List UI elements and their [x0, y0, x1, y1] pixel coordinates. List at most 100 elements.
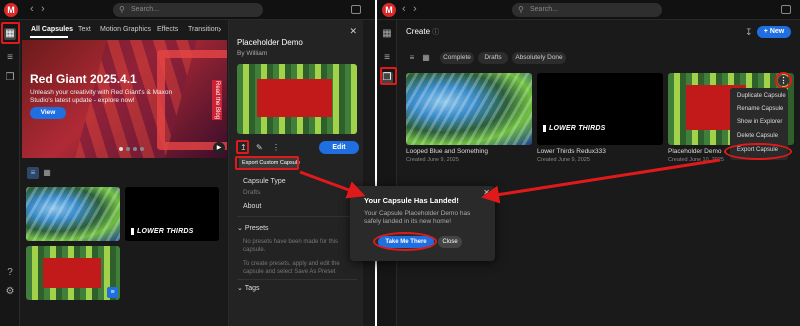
annotation-circle-more: [775, 72, 792, 89]
close-icon[interactable]: ✕: [483, 188, 490, 197]
right-rail: ▦ ≡ ❒: [377, 20, 397, 326]
play-icon[interactable]: ▶: [213, 142, 225, 154]
forward-arrow-icon[interactable]: ›: [413, 3, 417, 15]
sliders-badge-icon[interactable]: ≡: [107, 287, 118, 298]
search-icon: ⚲: [518, 5, 524, 14]
capsule-card-date: Created June 9, 2025: [406, 157, 459, 163]
presets-label: Presets: [244, 225, 269, 232]
menu-item-show-in-explorer[interactable]: Show in Explorer: [737, 119, 782, 125]
presets-note: No presets have been made for this capsu…: [243, 239, 339, 253]
window-layout-icon[interactable]: [781, 5, 791, 14]
annotation-box-export-icon: [236, 140, 249, 154]
tab-motion-graphics[interactable]: Motion Graphics: [100, 26, 151, 33]
presets-section[interactable]: ⌄ Presets: [237, 224, 269, 232]
menu-item-rename[interactable]: Rename Capsule: [737, 106, 783, 112]
settings-gear-icon[interactable]: ⚙: [4, 286, 16, 298]
filter-icon[interactable]: ≡: [27, 167, 39, 179]
create-heading: Create ⓘ: [406, 27, 439, 37]
create-label: Create: [406, 27, 431, 36]
menu-item-delete[interactable]: Delete Capsule: [737, 133, 778, 139]
maxon-logo-icon: M: [4, 3, 18, 17]
annotation-box-capsules: [380, 67, 397, 85]
maxon-logo-icon: M: [382, 3, 396, 17]
capsule-card-thumbnail[interactable]: [406, 73, 532, 145]
grid-view-icon[interactable]: ▦: [420, 52, 432, 64]
tab-text[interactable]: Text: [78, 26, 91, 33]
download-icon[interactable]: ↧: [745, 27, 753, 38]
edit-metadata-icon[interactable]: ✎: [256, 143, 263, 152]
window-layout-icon[interactable]: [351, 5, 361, 14]
presets-hint: To create presets, apply and edit the ca…: [243, 261, 340, 275]
help-icon[interactable]: ?: [4, 267, 16, 279]
left-topbar: M ‹ › ⚲ Search...: [0, 0, 375, 20]
close-button[interactable]: Close: [438, 236, 462, 248]
right-topbar: M ‹ › ⚲ Search...: [377, 0, 800, 20]
search-placeholder: Search...: [131, 6, 160, 13]
capsule-card-thumbnail[interactable]: LOWER THIRDS: [537, 73, 663, 145]
search-icon: ⚲: [119, 5, 125, 14]
new-capsule-button[interactable]: + New: [757, 26, 791, 38]
back-arrow-icon[interactable]: ‹: [402, 3, 406, 15]
capsule-card-date: Created June 10, 2025: [668, 157, 724, 163]
search-input[interactable]: ⚲ Search...: [512, 3, 662, 17]
capsule-card-name: Placeholder Demo: [668, 148, 722, 155]
dialog-body: Your Capsule Placeholder Demo has safely…: [364, 210, 471, 225]
menu-item-duplicate[interactable]: Duplicate Capsule: [737, 93, 786, 99]
left-rail: ▦ ≡ ❒ ? ⚙: [0, 20, 20, 326]
capsule-type-value: Drafts: [243, 189, 261, 196]
filter-pill-drafts[interactable]: Drafts: [478, 52, 508, 64]
filter-pill-complete[interactable]: Complete: [440, 52, 474, 64]
hero-title: Red Giant 2025.4.1: [30, 72, 137, 86]
capsule-card-name: Lower Thirds Redux333: [537, 148, 606, 155]
capsule-thumbnail-looped[interactable]: [26, 187, 120, 241]
annotation-box-export-tooltip: [235, 156, 299, 170]
tab-effects[interactable]: Effects: [157, 26, 178, 33]
close-icon[interactable]: ✕: [349, 26, 357, 37]
tags-label: Tags: [244, 285, 260, 292]
capsule-detail-panel: ✕ Placeholder Demo By William ↥ ✎ ⋮ Edit…: [228, 20, 363, 326]
tab-transition[interactable]: Transition: [188, 26, 218, 33]
capsule-thumbnail-lower-thirds[interactable]: LOWER THIRDS: [125, 187, 219, 241]
carousel-dot[interactable]: [140, 147, 144, 151]
edit-button[interactable]: Edit: [319, 141, 359, 154]
panel-author: By William: [237, 50, 268, 57]
filter-pill-absolutely-done[interactable]: Absolutely Done: [512, 52, 566, 64]
capsules-icon[interactable]: ❒: [4, 72, 16, 84]
search-placeholder: Search...: [530, 6, 559, 13]
carousel-dot[interactable]: [119, 147, 123, 151]
info-icon[interactable]: ⓘ: [432, 29, 439, 36]
edit-label: Edit: [332, 144, 346, 151]
right-app-window: M ‹ › ⚲ Search... ▦ ≡ ❒ Create ⓘ ↧ + New…: [375, 0, 800, 326]
grid-view-icon[interactable]: ▦: [41, 167, 53, 179]
panel-title: Placeholder Demo: [237, 38, 303, 47]
hero-view-button[interactable]: View: [30, 107, 66, 119]
more-options-icon[interactable]: ⋮: [272, 143, 280, 152]
hero-vertical-tag[interactable]: Read the Blog: [212, 80, 222, 121]
carousel-dot[interactable]: [133, 147, 137, 151]
tab-all-capsules[interactable]: All Capsules: [31, 26, 73, 33]
library-icon[interactable]: ▦: [381, 28, 393, 40]
capsule-card-name: Looped Blue and Something: [406, 148, 489, 155]
forward-arrow-icon[interactable]: ›: [41, 3, 45, 15]
capsule-thumbnail-placeholder[interactable]: ≡: [26, 246, 120, 300]
placeholder-red-rect: [43, 258, 101, 288]
panel-preview-red-rect: [257, 79, 332, 117]
tags-section[interactable]: ⌄ Tags: [237, 284, 260, 292]
tab-active-underline: [30, 36, 68, 38]
divider: [237, 279, 357, 280]
divider: [237, 216, 357, 217]
chevron-down-icon: ⌄: [237, 225, 243, 232]
filter-icon[interactable]: ≡: [406, 52, 418, 64]
chevron-down-icon: ⌄: [237, 285, 243, 292]
capsule-type-label: Capsule Type: [243, 178, 286, 185]
dialog-title: Your Capsule Has Landed!: [364, 196, 459, 205]
about-label[interactable]: About: [243, 203, 261, 210]
sliders-icon[interactable]: ≡: [4, 52, 16, 64]
search-input[interactable]: ⚲ Search...: [113, 3, 263, 17]
sliders-icon[interactable]: ≡: [381, 52, 393, 64]
carousel-dot[interactable]: [126, 147, 130, 151]
back-arrow-icon[interactable]: ‹: [30, 3, 34, 15]
annotation-circle-take-me-there: [373, 232, 437, 251]
tabs-next-chevron-icon[interactable]: ›: [218, 24, 221, 35]
capsule-card-date: Created June 9, 2025: [537, 157, 590, 163]
